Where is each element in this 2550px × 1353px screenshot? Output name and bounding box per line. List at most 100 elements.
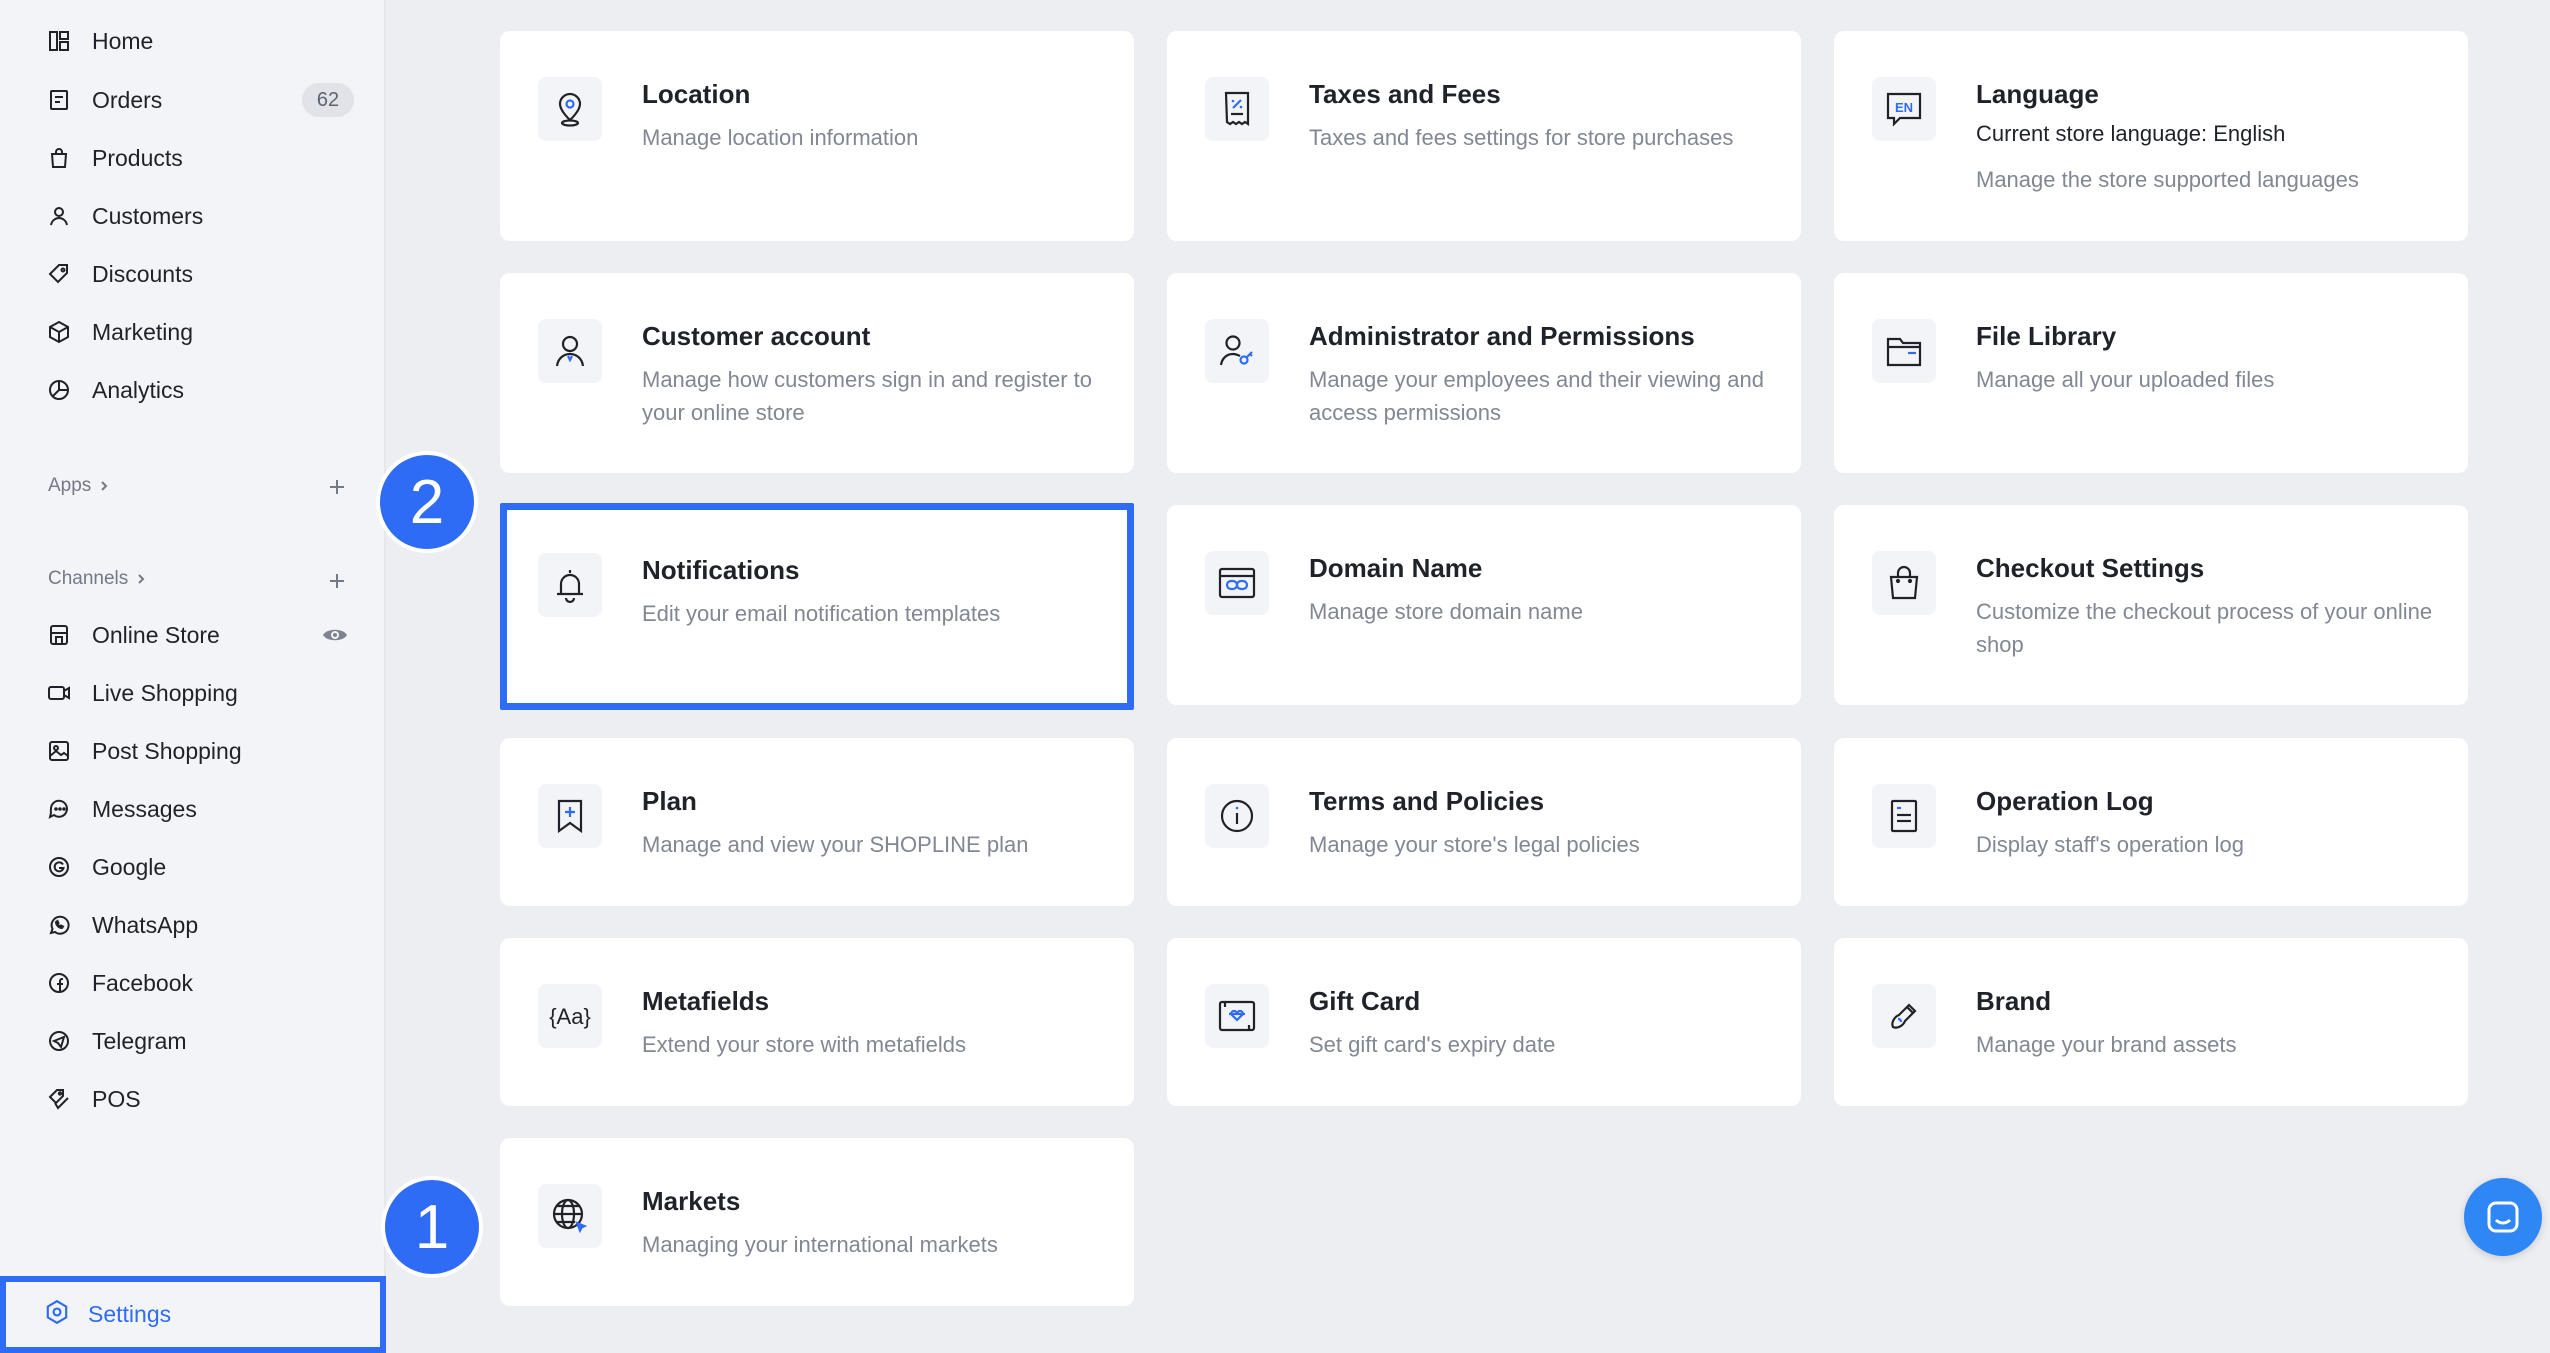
settings-card-domain-name[interactable]: Domain Name Manage store domain name xyxy=(1167,505,1801,705)
card-title: Metafields xyxy=(642,986,770,1016)
orders-icon xyxy=(44,85,74,115)
settings-card-file-library[interactable]: File Library Manage all your uploaded fi… xyxy=(1834,273,2468,473)
chevron-right-icon xyxy=(138,574,145,584)
sidebar-item-settings[interactable]: Settings xyxy=(0,1276,386,1353)
settings-card-markets[interactable]: Markets Managing your international mark… xyxy=(500,1138,1134,1306)
live-shopping-icon xyxy=(44,678,74,708)
telegram-icon xyxy=(44,1026,74,1056)
settings-card-location[interactable]: Location Manage location information xyxy=(500,31,1134,241)
svg-text:EN: EN xyxy=(1895,100,1913,115)
card-subtitle: Current store language: English xyxy=(1976,121,2286,146)
sidebar: Home Orders 62 Products Customers Discou… xyxy=(0,0,386,1353)
card-title: Taxes and Fees xyxy=(1309,79,1501,109)
settings-card-terms-and-policies[interactable]: Terms and Policies Manage your store's l… xyxy=(1167,738,1801,906)
sidebar-item-label: Home xyxy=(92,27,154,54)
card-title: Operation Log xyxy=(1976,786,2154,816)
sidebar-item-messages[interactable]: Messages xyxy=(44,780,354,838)
settings-card-taxes-and-fees[interactable]: Taxes and Fees Taxes and fees settings f… xyxy=(1167,31,1801,241)
sidebar-item-google[interactable]: Google xyxy=(44,838,354,896)
card-title: File Library xyxy=(1976,321,2117,351)
post-shopping-icon xyxy=(44,736,74,766)
products-icon xyxy=(44,143,74,173)
settings-card-customer-account[interactable]: Customer account Manage how customers si… xyxy=(500,273,1134,473)
marketing-icon xyxy=(44,317,74,347)
bell-icon xyxy=(538,553,602,617)
sidebar-item-label: Post Shopping xyxy=(92,737,242,764)
chat-icon xyxy=(2487,1201,2519,1233)
language-icon: EN xyxy=(1872,77,1936,141)
google-icon xyxy=(44,852,74,882)
metafields-icon: {Aa} xyxy=(538,984,602,1048)
sidebar-item-label: Settings xyxy=(88,1301,172,1327)
admin-key-icon xyxy=(1205,319,1269,383)
sidebar-item-label: Customers xyxy=(92,202,204,229)
plus-icon xyxy=(330,480,344,494)
sidebar-item-marketing[interactable]: Marketing xyxy=(44,303,354,361)
sidebar-item-post-shopping[interactable]: Post Shopping xyxy=(44,722,354,780)
eye-icon xyxy=(323,629,347,641)
sidebar-item-facebook[interactable]: Facebook xyxy=(44,954,354,1012)
card-description: Manage and view your SHOPLINE plan xyxy=(642,832,1029,857)
settings-card-metafields[interactable]: {Aa} Metafields Extend your store with m… xyxy=(500,938,1134,1106)
settings-card-notifications[interactable]: Notifications Edit your email notificati… xyxy=(500,503,1134,710)
plus-icon xyxy=(330,574,344,588)
folder-icon xyxy=(1872,319,1936,383)
customers-icon xyxy=(44,201,74,231)
card-title: Language xyxy=(1976,79,2099,109)
sidebar-item-analytics[interactable]: Analytics xyxy=(44,361,354,419)
sidebar-item-telegram[interactable]: Telegram xyxy=(44,1012,354,1070)
sidebar-item-label: WhatsApp xyxy=(92,911,199,938)
sidebar-item-label: Google xyxy=(92,853,167,880)
home-icon xyxy=(44,26,74,56)
whatsapp-icon xyxy=(44,910,74,940)
apps-section-label: Apps xyxy=(48,475,92,496)
sidebar-item-customers[interactable]: Customers xyxy=(44,187,354,245)
card-description: Manage your brand assets xyxy=(1976,1032,2237,1057)
card-description: Manage all your uploaded files xyxy=(1976,367,2275,392)
card-description: Manage location information xyxy=(642,125,919,150)
sidebar-item-home[interactable]: Home xyxy=(44,12,354,70)
channels-section-toggle[interactable]: Channels xyxy=(48,568,148,590)
channels-section-label: Channels xyxy=(48,568,129,589)
step-marker-1: 1 xyxy=(385,1180,479,1274)
card-description: Manage your store's legal policies xyxy=(1309,832,1640,857)
settings-card-administrator-and-permissions[interactable]: Administrator and Permissions Manage you… xyxy=(1167,273,1801,473)
card-title: Checkout Settings xyxy=(1976,553,2205,583)
sidebar-item-label: Telegram xyxy=(92,1027,187,1054)
settings-card-brand[interactable]: Brand Manage your brand assets xyxy=(1834,938,2468,1106)
add-app-button[interactable] xyxy=(322,472,352,502)
settings-card-plan[interactable]: Plan Manage and view your SHOPLINE plan xyxy=(500,738,1134,906)
customer-account-icon xyxy=(538,319,602,383)
sidebar-item-whatsapp[interactable]: WhatsApp xyxy=(44,896,354,954)
messages-icon xyxy=(44,794,74,824)
card-title: Customer account xyxy=(642,321,871,351)
svg-text:{Aa}: {Aa} xyxy=(549,1004,591,1029)
settings-card-checkout-settings[interactable]: Checkout Settings Customize the checkout… xyxy=(1834,505,2468,705)
card-description: Managing your international markets xyxy=(642,1232,998,1257)
sidebar-item-label: Live Shopping xyxy=(92,679,238,706)
sidebar-item-label: Analytics xyxy=(92,376,185,403)
sidebar-item-label: Discounts xyxy=(92,260,193,287)
domain-link-icon xyxy=(1205,551,1269,615)
card-description: Manage the store supported languages xyxy=(1976,167,2359,192)
sidebar-item-pos[interactable]: POS xyxy=(44,1070,354,1128)
card-description: Taxes and fees settings for store purcha… xyxy=(1309,125,1734,150)
view-store-button[interactable] xyxy=(318,620,352,650)
facebook-icon xyxy=(44,968,74,998)
info-icon xyxy=(1205,784,1269,848)
add-channel-button[interactable] xyxy=(322,566,352,596)
sidebar-item-discounts[interactable]: Discounts xyxy=(44,245,354,303)
settings-card-language[interactable]: EN Language Current store language: Engl… xyxy=(1834,31,2468,241)
sidebar-item-online-store[interactable]: Online Store xyxy=(44,606,354,664)
shopping-bag-icon xyxy=(1872,551,1936,615)
settings-card-operation-log[interactable]: Operation Log Display staff's operation … xyxy=(1834,738,2468,906)
card-title: Administrator and Permissions xyxy=(1309,321,1695,351)
location-icon xyxy=(538,77,602,141)
card-description: Set gift card's expiry date xyxy=(1309,1032,1556,1057)
settings-card-gift-card[interactable]: Gift Card Set gift card's expiry date xyxy=(1167,938,1801,1106)
sidebar-item-live-shopping[interactable]: Live Shopping xyxy=(44,664,354,722)
apps-section-toggle[interactable]: Apps xyxy=(48,475,111,497)
chat-launcher-button[interactable] xyxy=(2464,1178,2542,1256)
sidebar-item-label: Online Store xyxy=(92,621,220,648)
sidebar-item-products[interactable]: Products xyxy=(44,129,354,187)
